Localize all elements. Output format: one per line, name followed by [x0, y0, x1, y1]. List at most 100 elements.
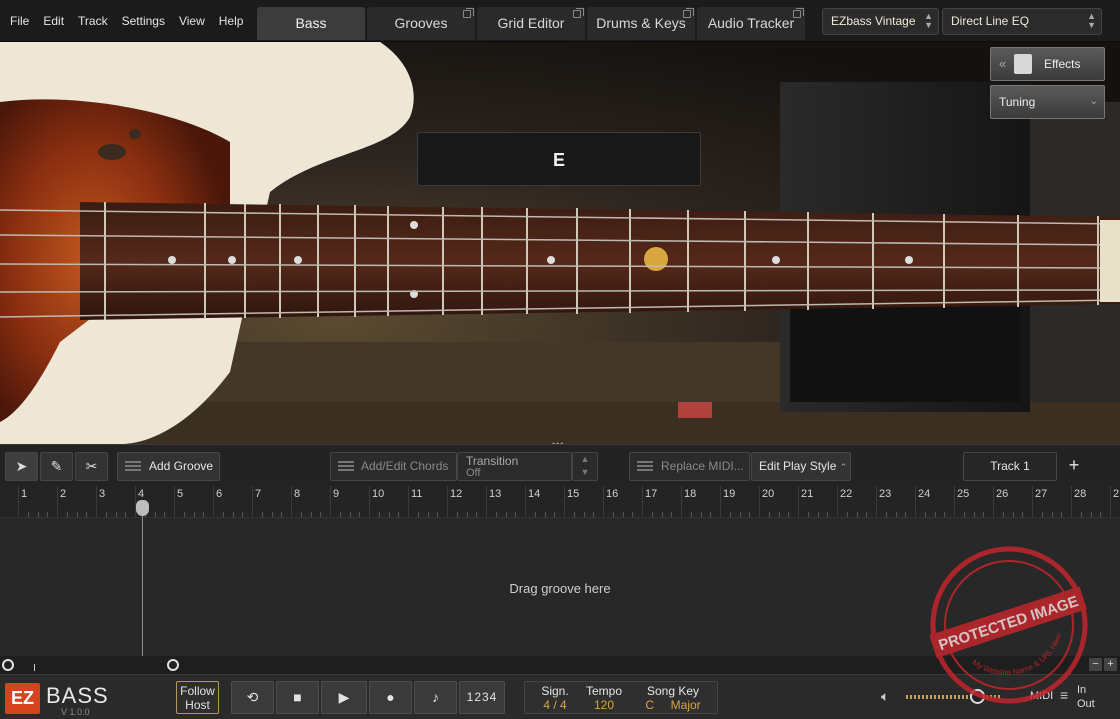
play-icon: ▶ — [338, 689, 350, 705]
menu-file[interactable]: File — [3, 0, 36, 42]
metronome-button[interactable]: ♪ — [414, 681, 457, 714]
draw-tool-button[interactable]: ✎ — [40, 452, 73, 481]
song-key-field[interactable]: Song Key C Major — [637, 684, 709, 712]
beat-tick — [47, 512, 48, 517]
tab-audio-tracker[interactable]: Audio Tracker — [697, 7, 805, 40]
tempo-field[interactable]: Tempo 120 — [583, 684, 625, 712]
beat-tick — [1022, 512, 1023, 517]
beat-tick — [671, 512, 672, 517]
pedal-icon — [1014, 54, 1032, 74]
timeline-ruler[interactable]: 1 2 3 4 5 6 7 8 9 10 11 12 13 14 15 16 17 18 19 20 21 22 23 24 2… — [0, 486, 1120, 518]
count-in-button[interactable]: 1234 — [459, 681, 505, 714]
bar-number: 2 — [60, 488, 67, 500]
bar-number: 18 — [684, 488, 697, 500]
beat-tick — [86, 512, 87, 517]
zoom-out-button[interactable]: − — [1089, 658, 1102, 671]
pencil-icon: ✎ — [50, 458, 63, 474]
loop-button[interactable]: ⟲ — [231, 681, 274, 714]
popout-icon[interactable] — [573, 8, 584, 18]
main-tabs: Bass Grooves Grid Editor Drums & Keys Au… — [257, 7, 807, 40]
beat-tick — [164, 512, 165, 517]
bar-line — [447, 486, 448, 518]
replace-midi-button[interactable]: Replace MIDI... — [629, 452, 750, 481]
bar-line — [915, 486, 916, 518]
bar-number: 28 — [1074, 488, 1087, 500]
effects-button[interactable]: « Effects — [990, 47, 1105, 81]
popout-icon[interactable] — [793, 8, 804, 18]
beat-tick — [506, 512, 507, 517]
midi-in-label: In — [1077, 684, 1087, 696]
chevron-left-icon: « — [999, 56, 1007, 71]
volume-slider[interactable] — [906, 695, 1002, 699]
tuning-button[interactable]: Tuning ⌄ — [990, 85, 1105, 119]
tab-drums-keys[interactable]: Drums & Keys — [587, 7, 695, 40]
menu-track[interactable]: Track — [71, 0, 115, 42]
signature-field[interactable]: Sign. 4 / 4 — [535, 684, 575, 712]
up-down-arrows-icon: ▲ ▼ — [580, 454, 590, 477]
metronome-icon: ♪ — [432, 689, 439, 705]
bar-line — [798, 486, 799, 518]
beat-tick — [340, 512, 341, 517]
beat-tick — [1081, 512, 1082, 517]
record-button[interactable]: ● — [369, 681, 412, 714]
add-track-button[interactable]: + — [1060, 452, 1088, 481]
tab-bass[interactable]: Bass — [257, 7, 365, 40]
select-tool-button[interactable]: ➤ — [5, 452, 38, 481]
beat-tick — [827, 512, 828, 517]
scroll-end-handle[interactable] — [167, 659, 179, 671]
timeline-scrollbar[interactable]: − + — [0, 656, 1120, 674]
editor-toolbar: ➤ ✎ ✂ Add Groove Add/Edit Chords Transit… — [0, 444, 1120, 486]
add-groove-button[interactable]: Add Groove — [117, 452, 220, 481]
key-root: C — [645, 698, 654, 712]
song-key-value: C Major — [637, 698, 709, 712]
transition-select[interactable]: Transition Off — [457, 452, 572, 481]
tempo-value: 120 — [593, 698, 615, 712]
menu-help[interactable]: Help — [212, 0, 251, 42]
bar-number: 22 — [840, 488, 853, 500]
midi-label: MIDI — [1030, 690, 1054, 702]
beat-tick — [730, 512, 731, 517]
beat-tick — [974, 512, 975, 517]
replace-midi-label: Replace MIDI... — [661, 459, 744, 473]
speaker-icon[interactable]: 🔈︎ — [881, 688, 889, 705]
popout-icon[interactable] — [463, 8, 474, 18]
menu-view[interactable]: View — [172, 0, 212, 42]
follow-host-button[interactable]: Follow Host — [176, 681, 219, 714]
menu-edit[interactable]: Edit — [36, 0, 71, 42]
bar-number: 9 — [333, 488, 340, 500]
groove-track-area[interactable]: Drag groove here — [0, 518, 1120, 656]
scroll-position-marker — [34, 664, 35, 671]
tab-grid-editor[interactable]: Grid Editor — [477, 7, 585, 40]
top-bar: File Edit Track Settings View Help Bass … — [0, 0, 1120, 42]
bar-line — [603, 486, 604, 518]
bar-line — [252, 486, 253, 518]
scroll-start-handle[interactable] — [2, 659, 14, 671]
edit-play-style-label: Edit Play Style — [759, 459, 837, 473]
beat-tick — [964, 512, 965, 517]
popout-icon[interactable] — [683, 8, 694, 18]
edit-play-style-button[interactable]: Edit Play Style ⌃ — [751, 452, 851, 481]
split-tool-button[interactable]: ✂ — [75, 452, 108, 481]
bar-line — [759, 486, 760, 518]
beat-tick — [398, 512, 399, 517]
menu-bar: File Edit Track Settings View Help — [3, 0, 250, 42]
menu-settings[interactable]: Settings — [115, 0, 172, 42]
play-button[interactable]: ▶ — [321, 681, 367, 714]
add-edit-chords-button[interactable]: Add/Edit Chords — [330, 452, 457, 481]
transition-stepper[interactable]: ▲ ▼ — [572, 452, 598, 481]
bar-number: 23 — [879, 488, 892, 500]
beat-tick — [77, 512, 78, 517]
playhead-handle[interactable] — [136, 500, 149, 516]
zoom-in-button[interactable]: + — [1104, 658, 1117, 671]
midi-icon — [637, 461, 653, 471]
tab-grooves[interactable]: Grooves — [367, 7, 475, 40]
volume-slider-knob[interactable] — [970, 689, 985, 704]
stop-button[interactable]: ■ — [276, 681, 319, 714]
menu-lines-icon[interactable]: ≡ — [1060, 687, 1068, 703]
eq-preset-select[interactable]: Direct Line EQ ▲ ▼ — [942, 8, 1102, 35]
preset-select[interactable]: EZbass Vintage ▲ ▼ — [822, 8, 939, 35]
track-name-field[interactable]: Track 1 — [963, 452, 1057, 481]
add-groove-icon — [125, 461, 141, 471]
beat-tick — [262, 512, 263, 517]
cursor-arrow-icon: ➤ — [15, 458, 28, 474]
